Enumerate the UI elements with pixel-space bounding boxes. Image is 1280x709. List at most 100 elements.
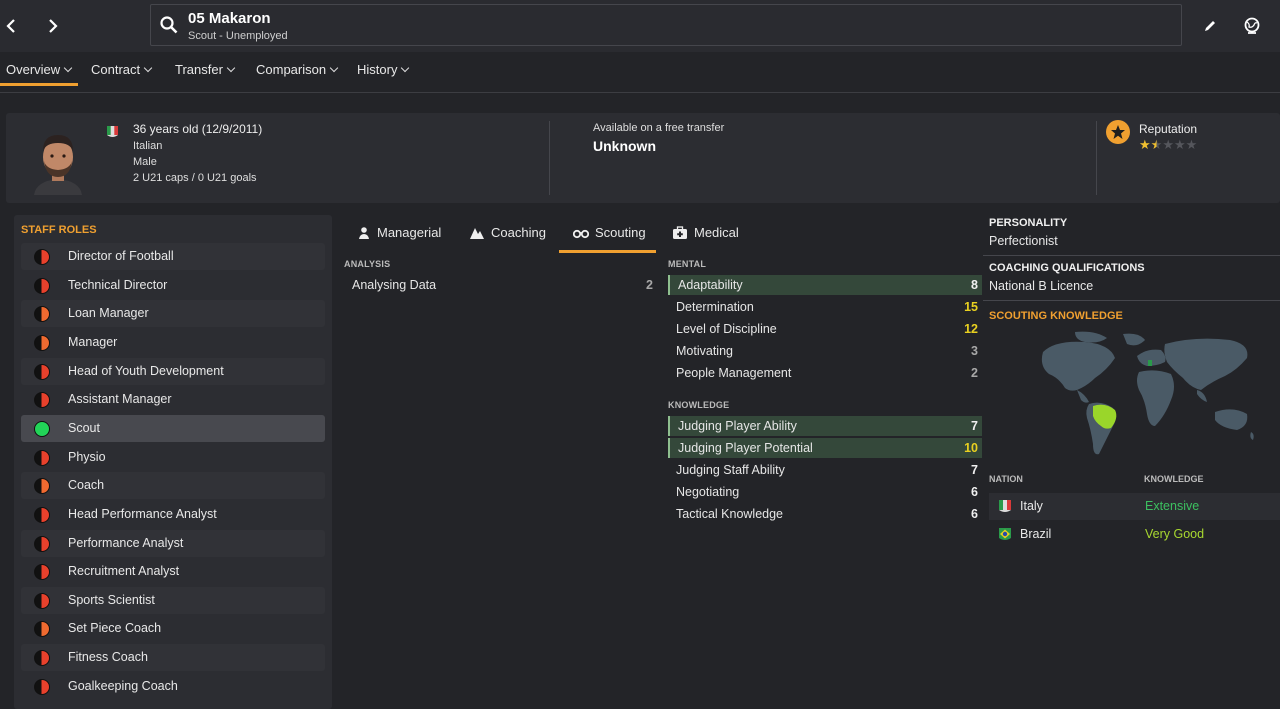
role-suitability-icon — [34, 392, 50, 409]
scouting-knowledge-title: SCOUTING KNOWLEDGE — [989, 310, 1123, 322]
staff-role-label: Performance Analyst — [68, 535, 184, 550]
chevron-down-icon — [226, 63, 236, 73]
reputation-label: Reputation — [1139, 122, 1198, 136]
staff-role-item[interactable]: Scout — [21, 414, 325, 442]
italy-flag-icon — [107, 126, 118, 137]
tab-transfer[interactable]: Transfer — [175, 62, 236, 77]
role-suitability-icon — [34, 363, 50, 380]
forward-arrow-icon[interactable] — [42, 14, 64, 38]
avatar — [34, 135, 82, 195]
nationality: Italian — [133, 140, 163, 152]
medical-kit-icon — [673, 225, 687, 239]
staff-role-item[interactable]: Set Piece Coach — [21, 615, 325, 642]
staff-role-item[interactable]: Recruitment Analyst — [21, 558, 325, 585]
staff-role-item[interactable]: Manager — [21, 329, 325, 356]
star-icon: ★ — [1162, 137, 1174, 152]
active-tab-indicator — [559, 250, 656, 253]
brazil-flag-icon — [999, 528, 1011, 540]
staff-role-label: Assistant Manager — [68, 392, 172, 407]
staff-role-label: Head of Youth Development — [68, 363, 224, 378]
tab-medical[interactable]: Medical — [672, 225, 739, 240]
edit-pencil-icon[interactable] — [1198, 14, 1222, 38]
world-knowledge-map — [1041, 331, 1254, 455]
divider — [1096, 121, 1097, 195]
staff-role-item[interactable]: Assistant Manager — [21, 386, 325, 413]
role-suitability-icon — [34, 678, 50, 695]
role-suitability-icon — [34, 564, 50, 581]
role-suitability-icon — [34, 249, 50, 265]
gender: Male — [133, 156, 157, 168]
search-title-box[interactable]: 05 Makaron Scout - Unemployed — [150, 4, 1182, 46]
age-dob: 36 years old (12/9/2011) — [133, 122, 263, 136]
nation-knowledge-row[interactable]: Brazil Very Good — [989, 521, 1280, 548]
mental-header: MENTAL — [668, 259, 707, 269]
transfer-value: Unknown — [593, 138, 656, 154]
staff-role-item[interactable]: Fitness Coach — [21, 644, 325, 672]
staff-role-label: Scout — [68, 420, 100, 435]
staff-role-label: Fitness Coach — [68, 650, 148, 665]
main-tabs: Overview Contract Transfer Comparison Hi… — [0, 56, 1280, 86]
chevron-down-icon — [329, 63, 339, 73]
search-icon[interactable] — [159, 15, 179, 35]
role-suitability-icon — [34, 277, 50, 294]
role-suitability-icon — [34, 650, 50, 667]
attribute-row: Negotiating 6 — [676, 485, 978, 499]
star-icon: ★ — [1150, 137, 1163, 152]
staff-role-label: Head Performance Analyst — [68, 506, 217, 521]
staff-role-item[interactable]: Head of Youth Development — [21, 357, 325, 385]
staff-role-item[interactable]: Performance Analyst — [21, 529, 325, 557]
staff-role-item[interactable]: Loan Manager — [21, 300, 325, 328]
tab-comparison[interactable]: Comparison — [256, 62, 339, 77]
divider — [983, 255, 1280, 256]
attribute-row: Motivating 3 — [676, 344, 978, 358]
knowledge-header: KNOWLEDGE — [668, 400, 730, 410]
attribute-row: Level of Discipline 12 — [676, 322, 978, 336]
globe-icon[interactable] — [1240, 14, 1264, 38]
staff-role-item[interactable]: Coach — [21, 472, 325, 500]
role-suitability-icon — [34, 334, 50, 351]
nation-knowledge-row[interactable]: Italy Extensive — [989, 493, 1280, 520]
staff-subtitle: Scout - Unemployed — [188, 30, 288, 42]
divider — [549, 121, 550, 195]
attribute-row: Judging Player Ability 7 — [668, 416, 982, 436]
personality-title: PERSONALITY — [989, 217, 1068, 229]
staff-role-item[interactable]: Physio — [21, 444, 325, 471]
chevron-down-icon — [401, 63, 410, 73]
international-caps: 2 U21 caps / 0 U21 goals — [133, 172, 257, 184]
staff-name: 05 Makaron — [188, 10, 271, 27]
star-icon: ★ — [1185, 137, 1198, 152]
tab-managerial[interactable]: Managerial — [357, 225, 441, 240]
staff-role-label: Manager — [68, 334, 118, 349]
attribute-row: People Management 2 — [676, 366, 978, 380]
transfer-status-label: Available on a free transfer — [593, 122, 725, 134]
staff-role-label: Coach — [68, 478, 105, 493]
attribute-row: Adaptability 8 — [668, 275, 982, 295]
back-arrow-icon[interactable] — [0, 14, 22, 38]
staff-role-item[interactable]: Technical Director — [21, 272, 325, 299]
staff-role-item[interactable]: Goalkeeping Coach — [21, 673, 325, 700]
tab-overview[interactable]: Overview — [6, 62, 73, 77]
role-suitability-icon — [34, 478, 50, 495]
staff-roles-panel: STAFF ROLES Director of Football Technica… — [14, 215, 332, 709]
tab-scouting[interactable]: Scouting — [573, 225, 646, 240]
attribute-row: Tactical Knowledge 6 — [676, 507, 978, 521]
tab-coaching[interactable]: Coaching — [469, 225, 546, 240]
staff-role-item[interactable]: Director of Football — [21, 243, 325, 270]
staff-role-item[interactable]: Head Performance Analyst — [21, 501, 325, 528]
star-icon: ★ — [1139, 137, 1151, 152]
staff-role-label: Physio — [68, 449, 106, 464]
profile-card: 36 years old (12/9/2011) Italian Male 2 … — [6, 113, 1280, 203]
coaching-qualifications-title: COACHING QUALIFICATIONS — [989, 262, 1145, 274]
staff-role-item[interactable]: Sports Scientist — [21, 586, 325, 614]
staff-roles-title: STAFF ROLES — [21, 224, 97, 236]
tab-contract[interactable]: Contract — [91, 62, 153, 77]
binoculars-icon — [573, 229, 589, 238]
reputation-stars: ★★★★★ — [1139, 137, 1197, 153]
role-suitability-icon — [34, 506, 50, 523]
star-icon: ★ — [1173, 137, 1186, 152]
attribute-row: Determination 15 — [676, 300, 978, 314]
tab-history[interactable]: History — [357, 62, 410, 77]
role-suitability-icon — [34, 592, 50, 609]
attribute-row: Analysing Data 2 — [352, 278, 653, 292]
managerial-icon — [359, 226, 369, 239]
